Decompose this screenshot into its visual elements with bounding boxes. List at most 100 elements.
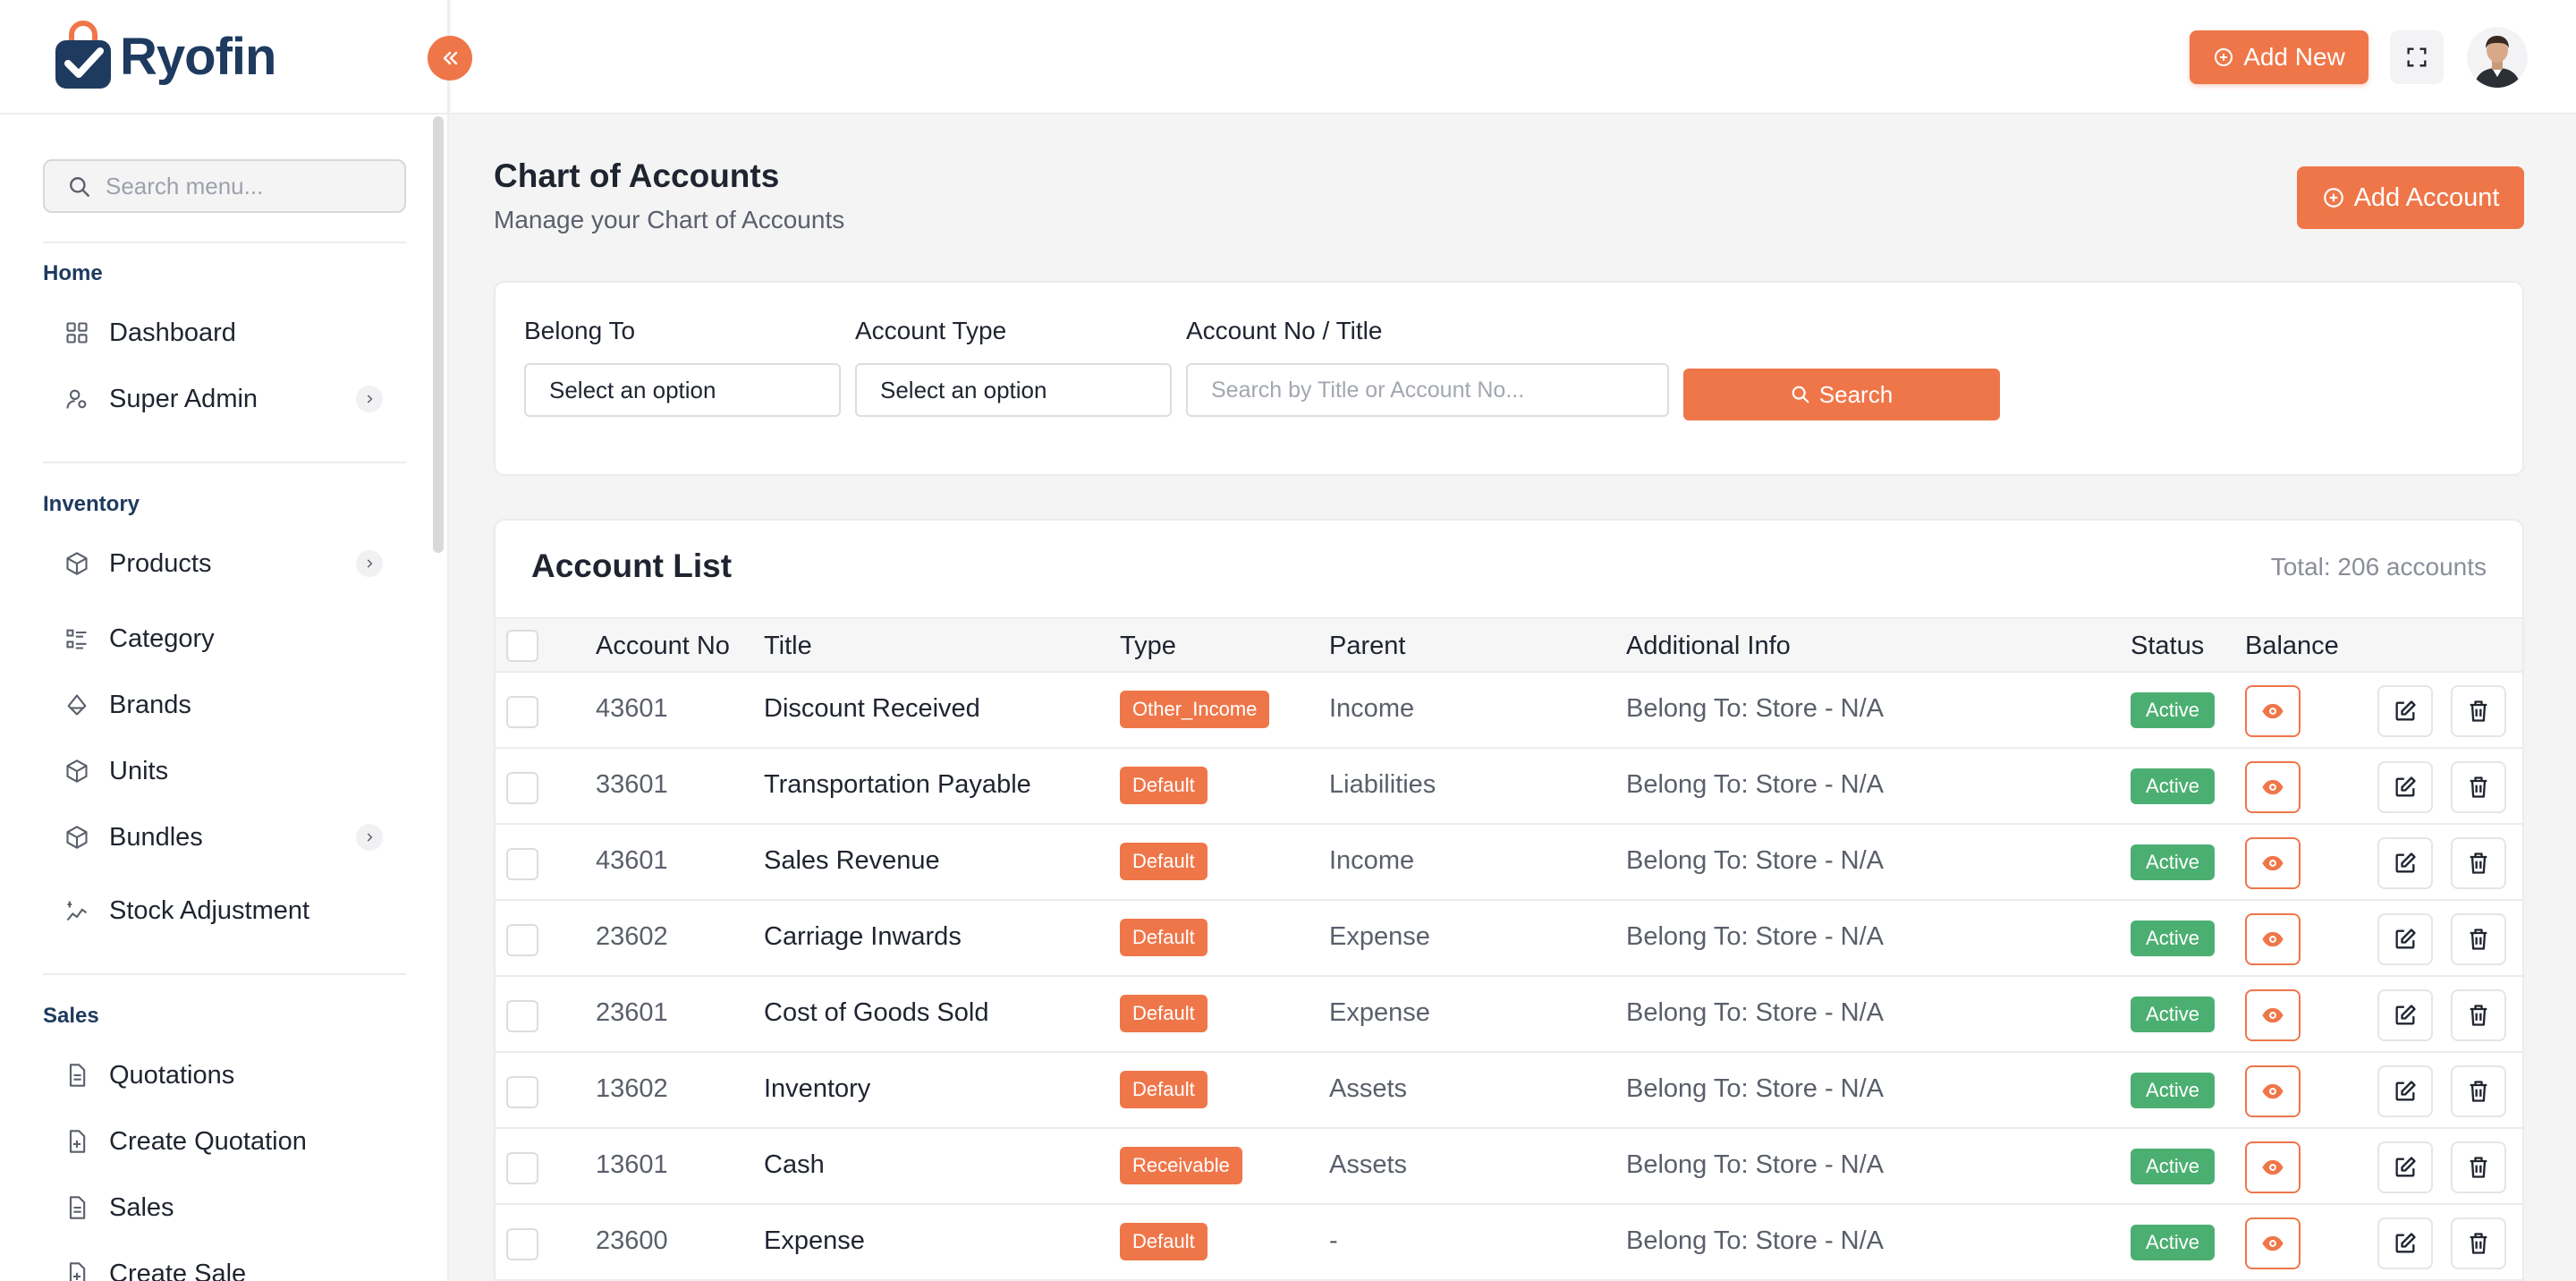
sidebar-item-create-quotation[interactable]: Create Quotation	[43, 1115, 406, 1168]
brand[interactable]: Ryofin	[0, 0, 447, 115]
view-balance-button[interactable]	[2245, 837, 2301, 889]
delete-button[interactable]	[2451, 1141, 2506, 1193]
chevron-right-icon[interactable]	[356, 550, 383, 577]
add-new-button[interactable]: Add New	[2190, 30, 2368, 84]
sidebar-item-super-admin[interactable]: Super Admin	[43, 372, 406, 426]
col-balance[interactable]: Balance	[2245, 632, 2339, 661]
delete-button[interactable]	[2451, 1217, 2506, 1269]
brand-name: Ryofin	[120, 27, 276, 86]
edit-button[interactable]	[2377, 989, 2433, 1041]
account-no-search-input[interactable]: Search by Title or Account No...	[1186, 363, 1669, 417]
sidebar-item-sales[interactable]: Sales	[43, 1181, 406, 1234]
cell-account-no: 23600	[596, 1226, 668, 1255]
view-balance-button[interactable]	[2245, 989, 2301, 1041]
delete-button[interactable]	[2451, 989, 2506, 1041]
chevron-right-icon[interactable]	[356, 824, 383, 851]
list-icon	[66, 629, 87, 649]
sidebar-item-dashboard[interactable]: Dashboard	[43, 306, 406, 360]
cell-title: Sales Revenue	[764, 846, 940, 875]
edit-icon	[2395, 1233, 2416, 1253]
menu-search-input[interactable]: Search menu...	[43, 159, 406, 213]
table-row[interactable]: 43601 Sales Revenue Default Income Belon…	[496, 825, 2522, 901]
status-badge: Active	[2131, 1225, 2215, 1260]
trash-icon	[2470, 853, 2487, 874]
table-row[interactable]: 33601 Transportation Payable Default Lia…	[496, 749, 2522, 825]
row-checkbox[interactable]	[506, 924, 538, 956]
col-additional-info[interactable]: Additional Info	[1626, 632, 1791, 661]
package-icon	[66, 826, 88, 849]
sidebar-item-bundles[interactable]: Bundles	[43, 810, 406, 864]
add-account-button[interactable]: Add Account	[2297, 166, 2524, 229]
row-checkbox[interactable]	[506, 696, 538, 728]
table-row[interactable]: 13601 Cash Receivable Assets Belong To: …	[496, 1129, 2522, 1205]
sidebar-item-label: Stock Adjustment	[109, 895, 310, 925]
view-balance-button[interactable]	[2245, 913, 2301, 965]
select-all-checkbox[interactable]	[506, 630, 538, 662]
view-balance-button[interactable]	[2245, 1065, 2301, 1117]
delete-button[interactable]	[2451, 913, 2506, 965]
col-parent[interactable]: Parent	[1329, 632, 1405, 661]
col-title[interactable]: Title	[764, 632, 812, 661]
row-checkbox[interactable]	[506, 848, 538, 880]
sidebar-item-units[interactable]: Units	[43, 744, 406, 798]
col-account-no[interactable]: Account No	[596, 632, 730, 661]
edit-button[interactable]	[2377, 1065, 2433, 1117]
collapse-sidebar-button[interactable]	[428, 36, 472, 81]
sidebar-item-quotations[interactable]: Quotations	[43, 1048, 406, 1102]
sidebar-item-label: Brands	[109, 690, 191, 719]
table-row[interactable]: 23601 Cost of Goods Sold Default Expense…	[496, 977, 2522, 1053]
table-row[interactable]: 23602 Carriage Inwards Default Expense B…	[496, 901, 2522, 977]
view-balance-button[interactable]	[2245, 1217, 2301, 1269]
fullscreen-button[interactable]	[2390, 30, 2444, 84]
page-subtitle: Manage your Chart of Accounts	[494, 206, 845, 233]
view-balance-button[interactable]	[2245, 685, 2301, 737]
cell-additional-info: Belong To: Store - N/A	[1626, 1226, 1885, 1255]
cell-parent: Assets	[1329, 1074, 1408, 1103]
belong-to-label: Belong To	[524, 317, 636, 344]
row-checkbox[interactable]	[506, 1000, 538, 1032]
document-plus-icon	[69, 1262, 86, 1281]
document-icon	[69, 1196, 86, 1219]
view-balance-button[interactable]	[2245, 1141, 2301, 1193]
eye-icon	[2262, 703, 2284, 719]
cell-title: Inventory	[764, 1074, 871, 1103]
divider	[43, 973, 406, 975]
account-type-select[interactable]: Select an option	[855, 363, 1172, 417]
delete-button[interactable]	[2451, 837, 2506, 889]
belong-to-select[interactable]: Select an option	[524, 363, 841, 417]
col-type[interactable]: Type	[1120, 632, 1176, 661]
edit-button[interactable]	[2377, 685, 2433, 737]
sidebar-item-brands[interactable]: Brands	[43, 678, 406, 732]
delete-button[interactable]	[2451, 761, 2506, 813]
sidebar: Ryofin Search menu... Home Dashboard Sup…	[0, 0, 449, 1281]
col-status[interactable]: Status	[2131, 632, 2204, 661]
row-checkbox[interactable]	[506, 1152, 538, 1184]
row-checkbox[interactable]	[506, 772, 538, 804]
edit-button[interactable]	[2377, 913, 2433, 965]
user-avatar[interactable]	[2467, 27, 2528, 88]
search-button[interactable]: Search	[1683, 369, 2000, 420]
edit-button[interactable]	[2377, 761, 2433, 813]
row-checkbox[interactable]	[506, 1076, 538, 1108]
sidebar-item-category[interactable]: Category	[43, 612, 406, 666]
delete-button[interactable]	[2451, 685, 2506, 737]
table-row[interactable]: 13602 Inventory Default Assets Belong To…	[496, 1053, 2522, 1129]
delete-button[interactable]	[2451, 1065, 2506, 1117]
row-checkbox[interactable]	[506, 1228, 538, 1260]
chevron-right-icon[interactable]	[356, 386, 383, 412]
edit-icon	[2395, 929, 2416, 949]
cell-account-no: 43601	[596, 694, 668, 723]
sidebar-item-create-sale[interactable]: Create Sale	[43, 1247, 406, 1281]
sidebar-item-stock-adjustment[interactable]: Stock Adjustment	[43, 884, 406, 937]
sidebar-item-products[interactable]: Products	[43, 537, 406, 590]
sidebar-scrollbar[interactable]	[433, 116, 444, 553]
type-badge: Default	[1120, 1071, 1208, 1108]
menu-search-placeholder: Search menu...	[106, 172, 264, 199]
edit-button[interactable]	[2377, 1217, 2433, 1269]
cube-icon	[66, 759, 88, 783]
table-row[interactable]: 23600 Expense Default - Belong To: Store…	[496, 1205, 2522, 1281]
view-balance-button[interactable]	[2245, 761, 2301, 813]
table-row[interactable]: 43601 Discount Received Other_Income Inc…	[496, 673, 2522, 749]
edit-button[interactable]	[2377, 1141, 2433, 1193]
edit-button[interactable]	[2377, 837, 2433, 889]
